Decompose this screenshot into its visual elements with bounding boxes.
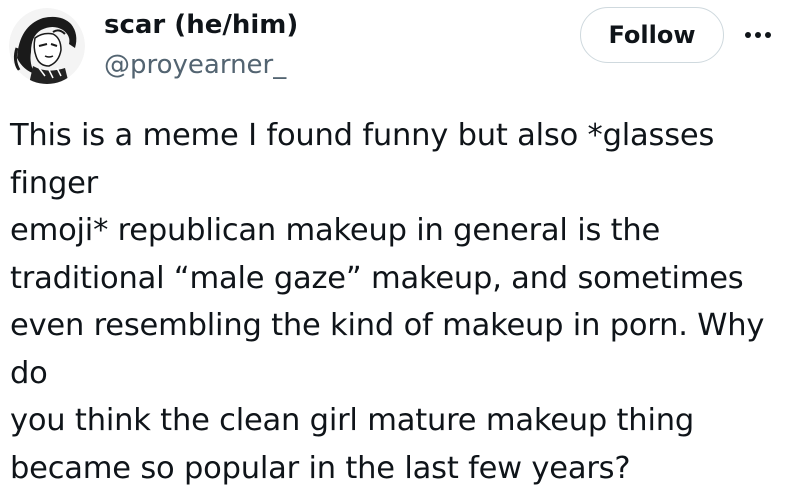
more-horizontal-icon[interactable] (738, 20, 778, 50)
anime-character-avatar-icon (9, 8, 85, 84)
tweet-card: scar (he/him) @proyearner_ Follow This i… (0, 0, 800, 486)
author-handle[interactable]: @proyearner_ (104, 48, 286, 82)
follow-button[interactable]: Follow (580, 7, 724, 63)
tweet-text: This is a meme I found funny but also *g… (10, 118, 765, 486)
avatar[interactable] (9, 8, 85, 84)
author-display-name[interactable]: scar (he/him) (104, 8, 298, 42)
